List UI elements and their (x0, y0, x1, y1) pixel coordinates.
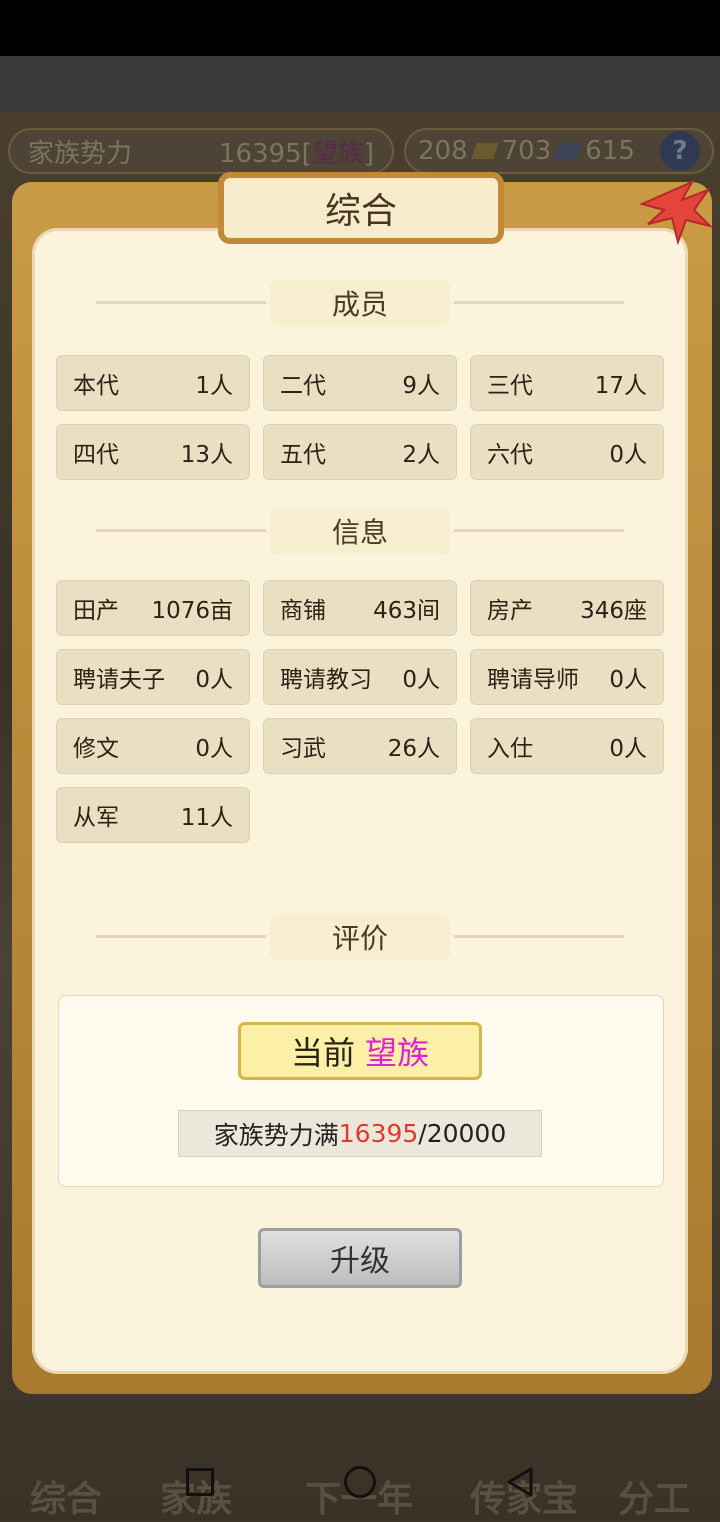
status-bar (0, 0, 720, 56)
dimmed-header (0, 56, 720, 112)
info-cell: 田产 1076亩 (56, 580, 250, 636)
divider-line (96, 301, 266, 304)
member-cell: 五代 2人 (263, 424, 457, 480)
section-evaluation-label: 评价 (270, 914, 450, 960)
upgrade-button[interactable]: 升级 (258, 1228, 462, 1288)
section-members-label: 成员 (270, 280, 450, 326)
info-cell: 商铺 463间 (263, 580, 457, 636)
family-power-progress: 家族势力满 16395/20000 (178, 1110, 542, 1157)
info-cell: 聘请夫子 0人 (56, 649, 250, 705)
silver-icon (554, 143, 583, 159)
back-icon[interactable] (500, 1462, 540, 1502)
help-icon[interactable]: ? (660, 131, 700, 171)
recents-icon[interactable] (180, 1462, 220, 1502)
info-cell: 从军 11人 (56, 787, 250, 843)
section-info-label: 信息 (270, 508, 450, 554)
info-cell: 习武 26人 (263, 718, 457, 774)
section-members: 成员 (96, 280, 624, 326)
close-icon[interactable] (634, 170, 714, 250)
current-rank: 望族 (365, 1034, 430, 1072)
info-cell: 房产 346座 (470, 580, 664, 636)
resource-1-value: 208 (418, 136, 468, 166)
resource-pill: 208 703 615 ? (404, 128, 714, 174)
family-power-label: 家族势力 (28, 138, 133, 169)
divider-line (454, 301, 624, 304)
member-cell: 四代 13人 (56, 424, 250, 480)
family-power-value: 16395[望族] (218, 138, 374, 169)
resource-2-value: 703 (501, 136, 552, 166)
divider-line (96, 935, 266, 938)
divider-line (454, 529, 624, 532)
info-cell: 聘请导师 0人 (470, 649, 664, 705)
member-cell: 六代 0人 (470, 424, 664, 480)
info-cell: 聘请教习 0人 (263, 649, 457, 705)
gold-icon (470, 143, 499, 159)
resource-3-value: 615 (585, 136, 635, 166)
info-cell: 修文 0人 (56, 718, 250, 774)
member-cell: 二代 9人 (263, 355, 457, 411)
section-info: 信息 (96, 508, 624, 554)
member-cell: 本代 1人 (56, 355, 250, 411)
divider-line (454, 935, 624, 938)
section-evaluation: 评价 (96, 914, 624, 960)
divider-line (96, 529, 266, 532)
dialog-title: 综合 (218, 172, 504, 244)
home-icon[interactable] (340, 1462, 380, 1502)
family-power-pill: 家族势力 16395[望族] (8, 128, 394, 174)
member-cell: 三代 17人 (470, 355, 664, 411)
info-cell: 入仕 0人 (470, 718, 664, 774)
current-rank-badge: 当前 望族 (238, 1022, 482, 1080)
system-nav-bar (0, 1440, 720, 1520)
